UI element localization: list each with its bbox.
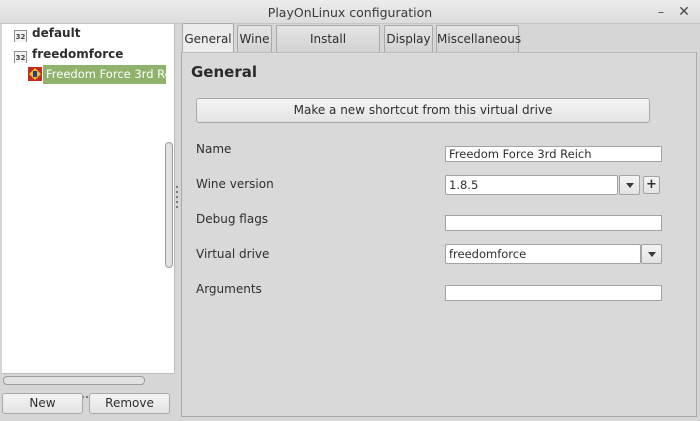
virtual-drive-select[interactable]: freedomforce bbox=[445, 244, 641, 264]
remove-button[interactable]: Remove bbox=[89, 393, 170, 414]
prefix-32bit-icon: 32 bbox=[14, 30, 27, 42]
prefix-32bit-icon: 32 bbox=[14, 51, 27, 63]
add-wine-version-button[interactable]: + bbox=[643, 176, 660, 194]
tab-display[interactable]: Display bbox=[384, 25, 433, 52]
wine-version-select[interactable]: 1.8.5 bbox=[445, 175, 618, 195]
make-shortcut-button[interactable]: Make a new shortcut from this virtual dr… bbox=[196, 98, 650, 123]
minimize-button[interactable]: – bbox=[652, 3, 670, 21]
prefix-panel: 32 default 32 freedomforce Freedom Force 3… bbox=[0, 24, 176, 421]
debug-flags-field[interactable] bbox=[445, 215, 662, 231]
tree-item-freedomforce[interactable]: 32 freedomforce bbox=[14, 45, 164, 63]
tree-horizontal-scrollbar[interactable] bbox=[3, 376, 145, 385]
tree-item-label: Freedom Force 3rd Reich bbox=[46, 67, 166, 81]
arguments-label: Arguments bbox=[196, 282, 262, 296]
window-title: PlayOnLinux configuration bbox=[267, 5, 433, 20]
general-panel: General Make a new shortcut from this vi… bbox=[181, 52, 697, 417]
tab-install-components[interactable]: Install components bbox=[276, 25, 380, 73]
wine-version-label: Wine version bbox=[196, 177, 274, 191]
tree-item-label: freedomforce bbox=[32, 47, 124, 61]
tab-miscellaneous[interactable]: Miscellaneous bbox=[436, 25, 521, 52]
tree-vertical-scrollbar[interactable] bbox=[165, 142, 173, 268]
name-field[interactable] bbox=[445, 146, 662, 162]
close-button[interactable]: ✕ bbox=[675, 3, 693, 21]
tab-wine[interactable]: Wine bbox=[237, 25, 272, 52]
wine-version-dropdown-button[interactable] bbox=[619, 175, 640, 195]
debug-flags-label: Debug flags bbox=[196, 212, 269, 226]
virtual-drive-label: Virtual drive bbox=[196, 247, 270, 261]
virtual-drive-dropdown-button[interactable] bbox=[641, 244, 662, 264]
arguments-field[interactable] bbox=[445, 285, 662, 301]
game-icon bbox=[28, 67, 42, 81]
title-bar: PlayOnLinux configuration – ✕ bbox=[0, 0, 700, 24]
tab-general[interactable]: General bbox=[182, 23, 234, 52]
tree-item-default[interactable]: 32 default bbox=[14, 24, 164, 42]
new-button[interactable]: New bbox=[2, 393, 83, 414]
tree-item-label: default bbox=[32, 26, 81, 40]
panel-splitter[interactable] bbox=[176, 186, 180, 226]
resize-grip[interactable] bbox=[78, 387, 98, 398]
config-window: PlayOnLinux configuration – ✕ 32 default … bbox=[0, 0, 700, 421]
name-label: Name bbox=[196, 142, 232, 156]
panel-heading: General bbox=[191, 63, 257, 81]
tree-item-freedom-force-3rd-reich[interactable]: Freedom Force 3rd Reich bbox=[26, 65, 166, 84]
resize-grip[interactable] bbox=[2, 387, 22, 398]
prefix-tree[interactable]: 32 default 32 freedomforce Freedom Force 3… bbox=[2, 24, 175, 374]
